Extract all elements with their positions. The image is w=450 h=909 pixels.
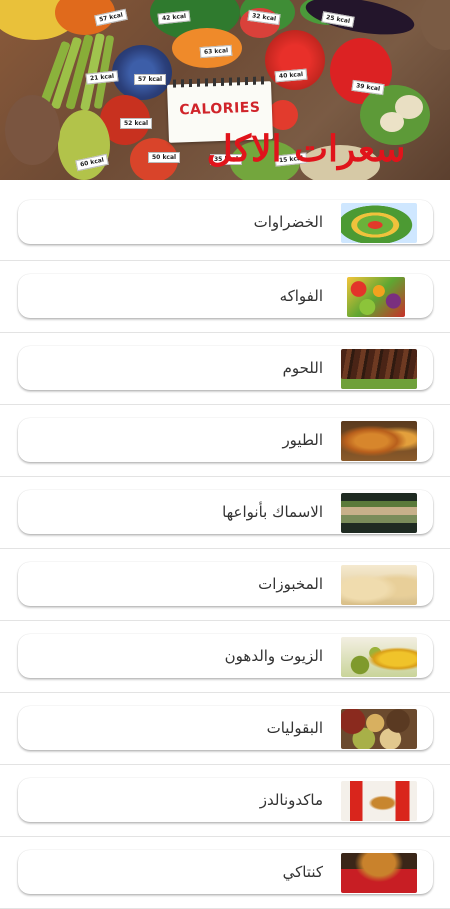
fish-thumbnail bbox=[341, 493, 417, 533]
grilled-meat-thumbnail bbox=[341, 349, 417, 389]
list-item: المخبوزات bbox=[0, 549, 450, 621]
list-item: الخضراوات bbox=[0, 180, 450, 261]
category-label: اللحوم bbox=[282, 359, 323, 377]
list-item: كنتاكي bbox=[0, 837, 450, 909]
mcdonalds-meal-thumbnail bbox=[341, 781, 417, 821]
category-card-oils[interactable]: الزيوت والدهون bbox=[18, 634, 433, 678]
vegetables-salad-thumbnail bbox=[341, 203, 417, 243]
category-label: الطيور bbox=[282, 431, 323, 449]
kcal-tag: 57 kcal bbox=[134, 74, 167, 85]
category-card-legumes[interactable]: البقوليات bbox=[18, 706, 433, 750]
list-item: البقوليات bbox=[0, 693, 450, 765]
category-label: البقوليات bbox=[266, 719, 323, 737]
olive-oil-thumbnail bbox=[341, 637, 417, 677]
kcal-tag: 63 kcal bbox=[199, 44, 233, 59]
category-card-vegetables[interactable]: الخضراوات bbox=[18, 200, 433, 244]
category-label: الفواكه bbox=[279, 287, 323, 305]
list-item: الاسماك بأنواعها bbox=[0, 477, 450, 549]
category-label: كنتاكي bbox=[282, 863, 323, 881]
category-label: الاسماك بأنواعها bbox=[222, 503, 323, 521]
category-list: الخضراوات الفواكه اللحوم الطيور الاسماك … bbox=[0, 180, 450, 909]
category-card-bakery[interactable]: المخبوزات bbox=[18, 562, 433, 606]
category-label: الزيوت والدهون bbox=[224, 647, 323, 665]
kcal-tag: 52 kcal bbox=[120, 118, 153, 129]
category-label: الخضراوات bbox=[253, 213, 323, 231]
roast-chicken-thumbnail bbox=[341, 421, 417, 461]
category-label: ماكدونالدز bbox=[259, 791, 323, 809]
category-card-fruits[interactable]: الفواكه bbox=[18, 274, 433, 318]
fruits-thumbnail bbox=[347, 277, 405, 317]
list-item: اللحوم bbox=[0, 333, 450, 405]
list-item: ماكدونالدز bbox=[0, 765, 450, 837]
header-banner: 57 kcal 42 kcal 32 kcal 25 kcal 21 kcal … bbox=[0, 0, 450, 180]
category-card-fish[interactable]: الاسماك بأنواعها bbox=[18, 490, 433, 534]
category-card-meat[interactable]: اللحوم bbox=[18, 346, 433, 390]
list-item: الزيوت والدهون bbox=[0, 621, 450, 693]
category-card-kfc[interactable]: كنتاكي bbox=[18, 850, 433, 894]
notepad-rings bbox=[172, 76, 266, 88]
kfc-bucket-thumbnail bbox=[341, 853, 417, 893]
notepad-calories-text: CALORIES bbox=[179, 99, 261, 119]
app-title: سعرات الاكل bbox=[206, 128, 406, 170]
category-card-mcdonalds[interactable]: ماكدونالدز bbox=[18, 778, 433, 822]
list-item: الفواكه bbox=[0, 261, 450, 333]
bread-thumbnail bbox=[341, 565, 417, 605]
legumes-thumbnail bbox=[341, 709, 417, 749]
category-card-poultry[interactable]: الطيور bbox=[18, 418, 433, 462]
list-item: الطيور bbox=[0, 405, 450, 477]
category-label: المخبوزات bbox=[258, 575, 323, 593]
